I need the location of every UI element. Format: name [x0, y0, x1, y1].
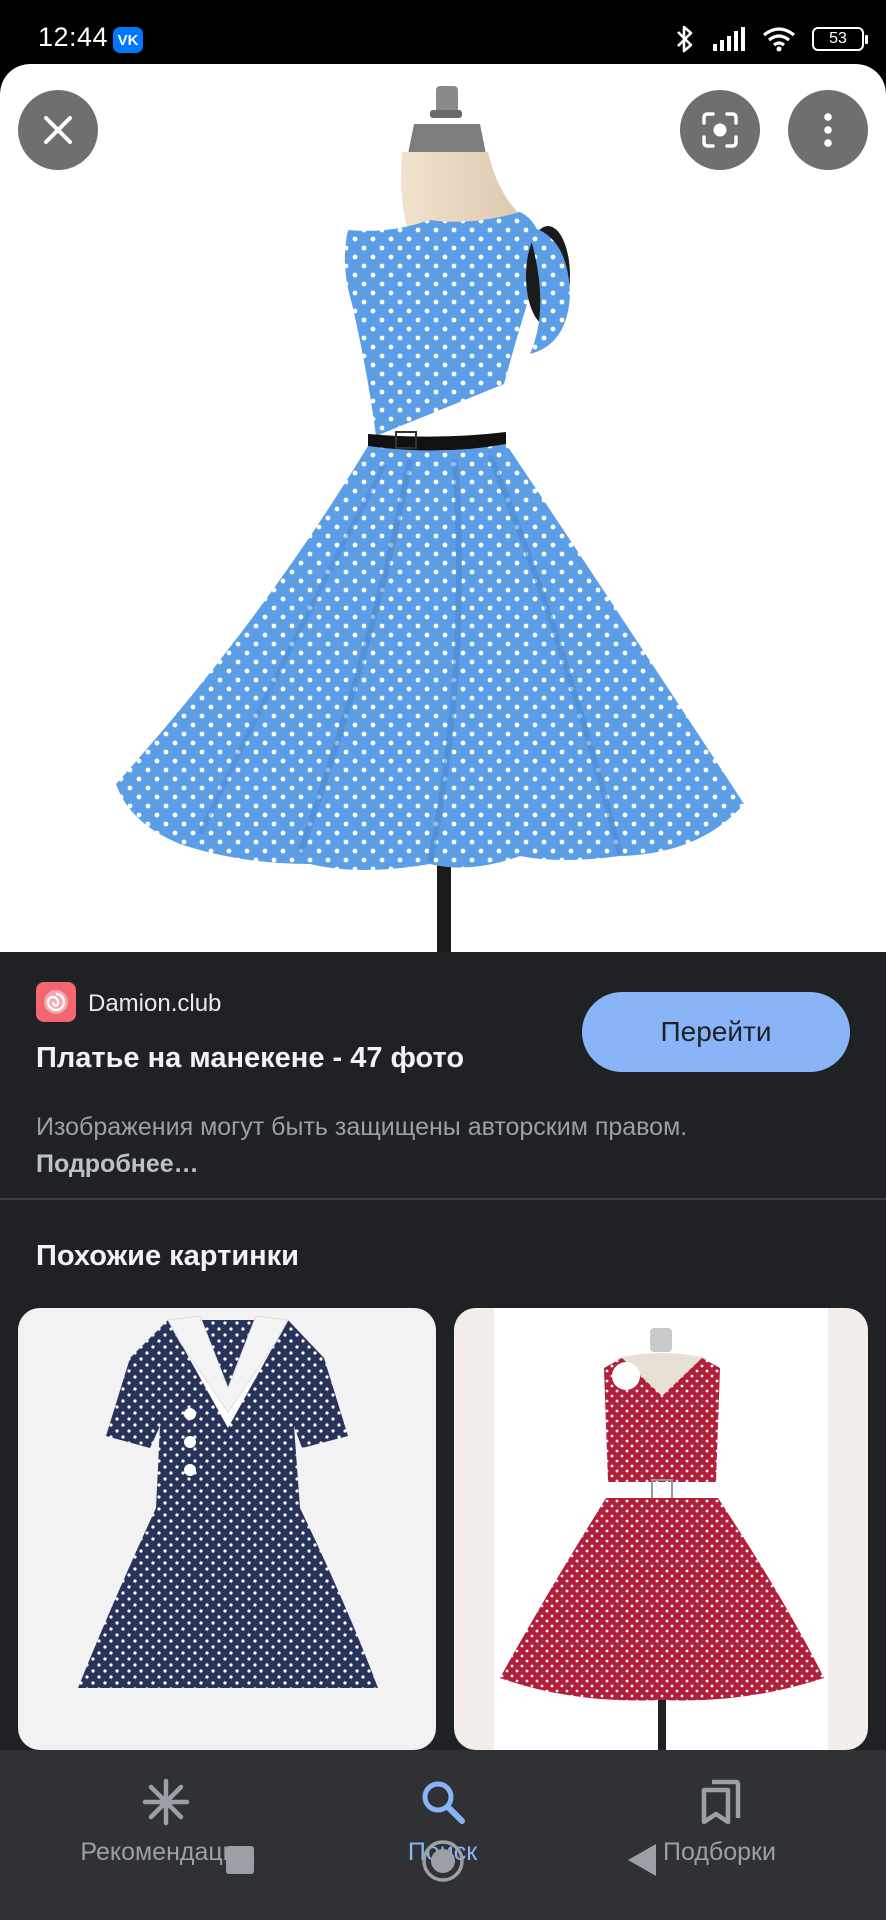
bluetooth-icon [677, 25, 693, 53]
preview-image[interactable] [0, 64, 886, 952]
close-button[interactable] [18, 90, 98, 170]
status-time: 12:44 [38, 22, 109, 52]
recents-button[interactable] [226, 1846, 254, 1874]
similar-image-1[interactable] [18, 1308, 436, 1750]
home-button[interactable] [420, 1838, 466, 1884]
divider [0, 1198, 886, 1200]
similar-images-heading: Похожие картинки [36, 1240, 300, 1272]
page-title[interactable]: Платье на манекене - 47 фото [36, 1042, 464, 1075]
search-icon [415, 1774, 471, 1830]
close-icon [44, 116, 72, 144]
similar-image-2[interactable] [454, 1308, 868, 1750]
visit-button[interactable]: Перейти [582, 992, 850, 1072]
battery-level: 53 [829, 30, 847, 47]
image-viewer-sheet: Damion.club Платье на манекене - 47 фото… [0, 64, 886, 1920]
bookmarks-icon [692, 1774, 748, 1830]
sparkle-icon [138, 1774, 194, 1830]
lens-icon [702, 112, 738, 148]
vk-app-icon: VK [113, 27, 143, 53]
back-button[interactable] [626, 1842, 658, 1878]
more-options-button[interactable] [788, 90, 868, 170]
site-favicon [36, 982, 76, 1022]
status-icons: 53 [674, 22, 868, 56]
signal-icon [713, 27, 745, 51]
lens-button[interactable] [680, 90, 760, 170]
dress-image [116, 86, 744, 952]
battery-icon: 53 [812, 27, 868, 51]
red-dress-image [494, 1308, 828, 1750]
more-vert-icon [824, 113, 832, 147]
site-name[interactable]: Damion.club [88, 990, 221, 1018]
copyright-notice: Изображения могут быть защищены авторски… [36, 1109, 816, 1183]
swirl-icon [44, 990, 68, 1014]
learn-more-link[interactable]: Подробнее… [36, 1150, 199, 1178]
system-navigation [0, 1824, 886, 1920]
wifi-icon [763, 27, 795, 52]
navy-dress-image [78, 1315, 378, 1688]
copyright-text: Изображения могут быть защищены авторски… [36, 1113, 688, 1141]
status-bar: 12:44 VK 53 [0, 0, 886, 64]
